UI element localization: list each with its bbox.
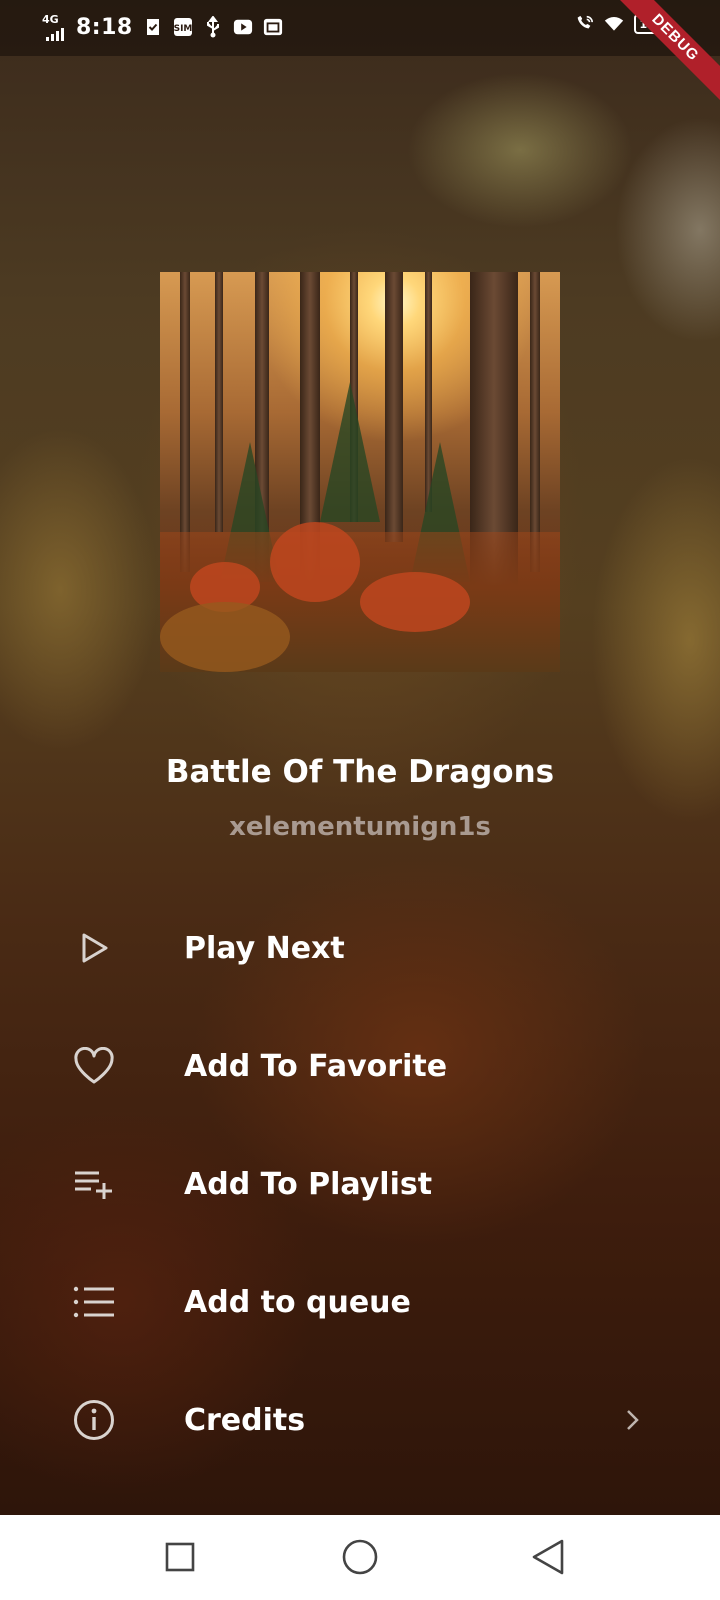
info-icon (72, 1398, 116, 1442)
menu-item-label: Add to queue (184, 1284, 411, 1320)
svg-text:SIM: SIM (173, 24, 192, 34)
usb-icon (203, 16, 223, 38)
menu-item-label: Credits (184, 1402, 306, 1438)
battery-icon: 100 (634, 14, 671, 34)
wifi-icon (604, 14, 624, 34)
sim-icon: SIM (173, 17, 193, 37)
play-outline-icon (72, 926, 116, 970)
menu-item-credits[interactable]: Credits (0, 1365, 720, 1475)
menu-item-add-to-playlist[interactable]: Add To Playlist (0, 1129, 720, 1239)
battery-level: 100 (639, 17, 663, 31)
menu-item-label: Add To Playlist (184, 1166, 433, 1202)
playlist-add-icon (72, 1162, 116, 1206)
album-art (160, 272, 560, 672)
back-triangle-icon[interactable] (528, 1537, 568, 1577)
mail-icon (263, 17, 283, 37)
status-bar: 4G 8:18 SIM 100 (0, 0, 720, 56)
song-title: Battle Of The Dragons (165, 754, 555, 790)
menu-item-play-next[interactable]: Play Next (0, 893, 720, 1003)
menu-item-label: Add To Favorite (184, 1048, 448, 1084)
menu-item-label: Play Next (184, 930, 345, 966)
song-artist: xelementumign1s (229, 812, 491, 842)
menu-item-add-to-queue[interactable]: Add to queue (0, 1247, 720, 1357)
recents-square-icon[interactable] (160, 1537, 200, 1577)
heart-outline-icon (72, 1044, 116, 1088)
list-icon (72, 1280, 116, 1324)
menu-item-add-to-favorite[interactable]: Add To Favorite (0, 1011, 720, 1121)
chevron-right-icon (620, 1405, 644, 1435)
home-circle-icon[interactable] (340, 1537, 380, 1577)
youtube-icon (233, 17, 253, 37)
wifi-call-icon (574, 14, 594, 34)
check-shield-icon (143, 17, 163, 37)
system-nav-bar (0, 1515, 720, 1600)
cellular-signal-icon: 4G (42, 12, 66, 42)
network-type: 4G (42, 13, 59, 26)
status-time: 8:18 (76, 14, 133, 40)
